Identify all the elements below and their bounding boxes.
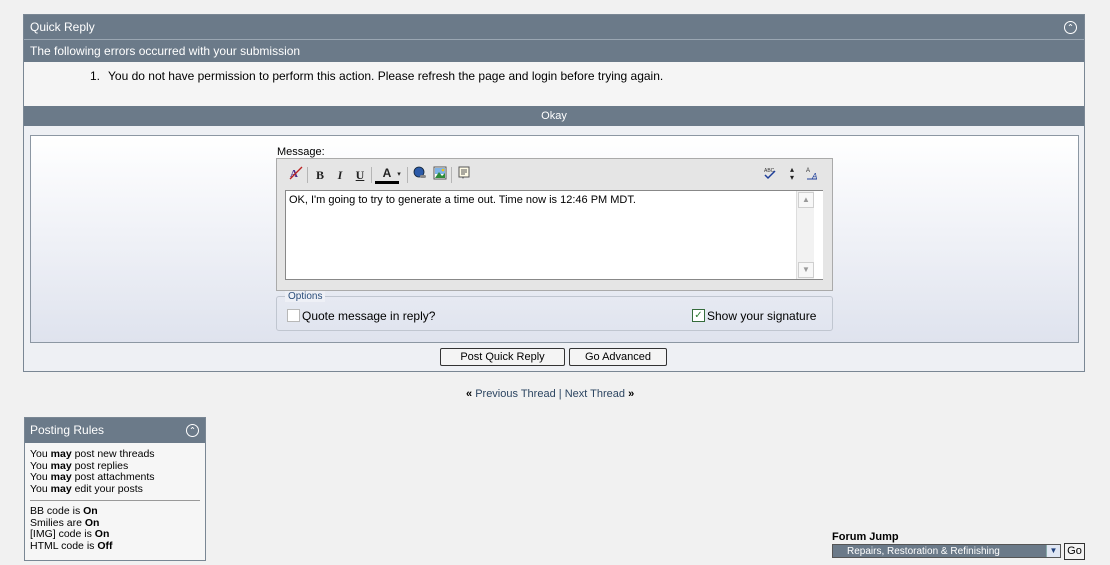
code-name[interactable]: Smilies bbox=[30, 517, 64, 529]
code-verb: is bbox=[86, 539, 95, 552]
code-status: On bbox=[94, 528, 110, 540]
codes-list: BB code is On Smilies are On [IMG] code … bbox=[25, 505, 205, 553]
underline-icon[interactable]: U bbox=[351, 166, 369, 184]
spellcheck-icon[interactable]: ABC bbox=[761, 166, 779, 184]
permission-subject: You bbox=[30, 482, 48, 495]
toolbar-separator bbox=[407, 167, 408, 183]
toolbar-separator bbox=[371, 167, 372, 183]
textarea-scrollbar[interactable]: ▲ ▼ bbox=[796, 191, 814, 279]
show-signature-label[interactable]: Show your signature bbox=[707, 309, 816, 323]
rules-divider bbox=[30, 500, 200, 501]
okay-bar[interactable]: Okay bbox=[24, 106, 1084, 126]
code-item: HTML code is Off bbox=[25, 539, 205, 553]
code-name[interactable]: BB code bbox=[30, 505, 70, 517]
quick-reply-header: Quick Reply ⌃ bbox=[24, 15, 1084, 39]
code-name[interactable]: [IMG] bbox=[30, 528, 56, 540]
thread-navigation: « Previous Thread | Next Thread » bbox=[466, 388, 634, 400]
posting-rules-header: Posting Rules ⌃ bbox=[25, 418, 205, 443]
error-list: 1. You do not have permission to perform … bbox=[24, 62, 1084, 106]
editor-toolbar: A B I U A ▾ ABC ▴ ▾ A A bbox=[283, 164, 828, 186]
message-editor: A B I U A ▾ ABC ▴ ▾ A A OK, I'm going to… bbox=[276, 158, 833, 291]
post-quick-reply-button[interactable]: Post Quick Reply bbox=[440, 348, 565, 366]
resize-icon[interactable]: ▴ ▾ bbox=[783, 166, 801, 184]
code-name: HTML code bbox=[30, 539, 84, 552]
permission-action: post attachments bbox=[74, 471, 155, 483]
collapse-icon[interactable]: ⌃ bbox=[1064, 21, 1077, 34]
code-verb: code is bbox=[58, 528, 92, 540]
permission-subject: You bbox=[30, 448, 48, 460]
message-label: Message: bbox=[277, 146, 325, 158]
font-color-glyph: A bbox=[382, 166, 392, 180]
message-textarea[interactable]: OK, I'm going to try to generate a time … bbox=[285, 190, 823, 280]
quote-message-label[interactable]: Quote message in reply? bbox=[302, 309, 435, 323]
permission-subject: You bbox=[30, 459, 48, 472]
bold-icon[interactable]: B bbox=[311, 166, 329, 184]
insert-link-icon[interactable] bbox=[411, 166, 429, 184]
editor-area: Message: A B I U A ▾ ABC ▴ ▾ A A OK, I'm… bbox=[30, 135, 1079, 343]
scroll-up-icon[interactable]: ▲ bbox=[798, 192, 814, 208]
error-header: The following errors occurred with your … bbox=[24, 39, 1084, 62]
remove-format-icon[interactable]: A bbox=[287, 166, 305, 184]
forum-jump-select[interactable]: Repairs, Restoration & Refinishing ▼ bbox=[832, 544, 1061, 558]
collapse-icon[interactable]: ⌃ bbox=[186, 424, 199, 437]
permission-verb: may bbox=[50, 482, 72, 495]
okay-label: Okay bbox=[541, 110, 567, 122]
quote-message-checkbox[interactable] bbox=[287, 309, 300, 322]
go-advanced-button[interactable]: Go Advanced bbox=[569, 348, 667, 366]
code-status: On bbox=[83, 505, 98, 517]
thread-nav-separator: | bbox=[558, 388, 562, 400]
font-color-dropdown-icon[interactable]: ▾ bbox=[395, 166, 403, 184]
code-status: On bbox=[84, 516, 100, 529]
quote-icon[interactable] bbox=[455, 166, 473, 184]
toolbar-separator bbox=[451, 167, 452, 183]
next-arrow-icon: » bbox=[628, 388, 635, 400]
quick-reply-title: Quick Reply bbox=[30, 20, 95, 34]
permission-verb: may bbox=[50, 471, 72, 483]
code-verb: is bbox=[72, 505, 81, 517]
italic-icon[interactable]: I bbox=[331, 166, 349, 184]
toolbar-separator bbox=[307, 167, 308, 183]
posting-rules-panel: Posting Rules ⌃ You may post new threads… bbox=[24, 417, 206, 561]
error-message: You do not have permission to perform th… bbox=[108, 69, 664, 83]
code-verb: are bbox=[66, 516, 82, 529]
show-signature-checkbox[interactable]: ✓ bbox=[692, 309, 705, 322]
options-fieldset: Options Quote message in reply? ✓ Show y… bbox=[276, 291, 833, 331]
posting-rules-title: Posting Rules bbox=[30, 423, 105, 437]
permission-action: post replies bbox=[74, 459, 129, 472]
quick-reply-panel: Quick Reply ⌃ The following errors occur… bbox=[23, 14, 1085, 372]
insert-image-icon[interactable] bbox=[431, 166, 449, 184]
permission-subject: You bbox=[30, 471, 48, 483]
forum-jump-go-button[interactable]: Go bbox=[1064, 543, 1085, 560]
forum-jump-selected: Repairs, Restoration & Refinishing bbox=[847, 546, 1000, 557]
options-legend: Options bbox=[285, 291, 326, 302]
error-number: 1. bbox=[89, 69, 100, 83]
switch-editor-mode-icon[interactable]: AA bbox=[803, 166, 821, 184]
scroll-down-icon[interactable]: ▼ bbox=[798, 262, 814, 278]
next-thread-link[interactable]: Next Thread bbox=[565, 388, 625, 400]
permission-item: You may edit your posts bbox=[25, 482, 205, 496]
permission-verb: may bbox=[50, 448, 72, 460]
chevron-down-icon[interactable]: ▼ bbox=[1046, 545, 1060, 557]
permission-verb: may bbox=[50, 459, 72, 472]
previous-arrow-icon: « bbox=[466, 388, 473, 400]
forum-jump-label: Forum Jump bbox=[832, 531, 899, 543]
previous-thread-link[interactable]: Previous Thread bbox=[475, 388, 556, 400]
permission-action: edit your posts bbox=[74, 482, 143, 495]
svg-text:A: A bbox=[806, 168, 810, 174]
permissions-list: You may post new threads You may post re… bbox=[25, 443, 205, 495]
permission-action: post new threads bbox=[74, 448, 155, 460]
code-status: Off bbox=[97, 539, 113, 552]
